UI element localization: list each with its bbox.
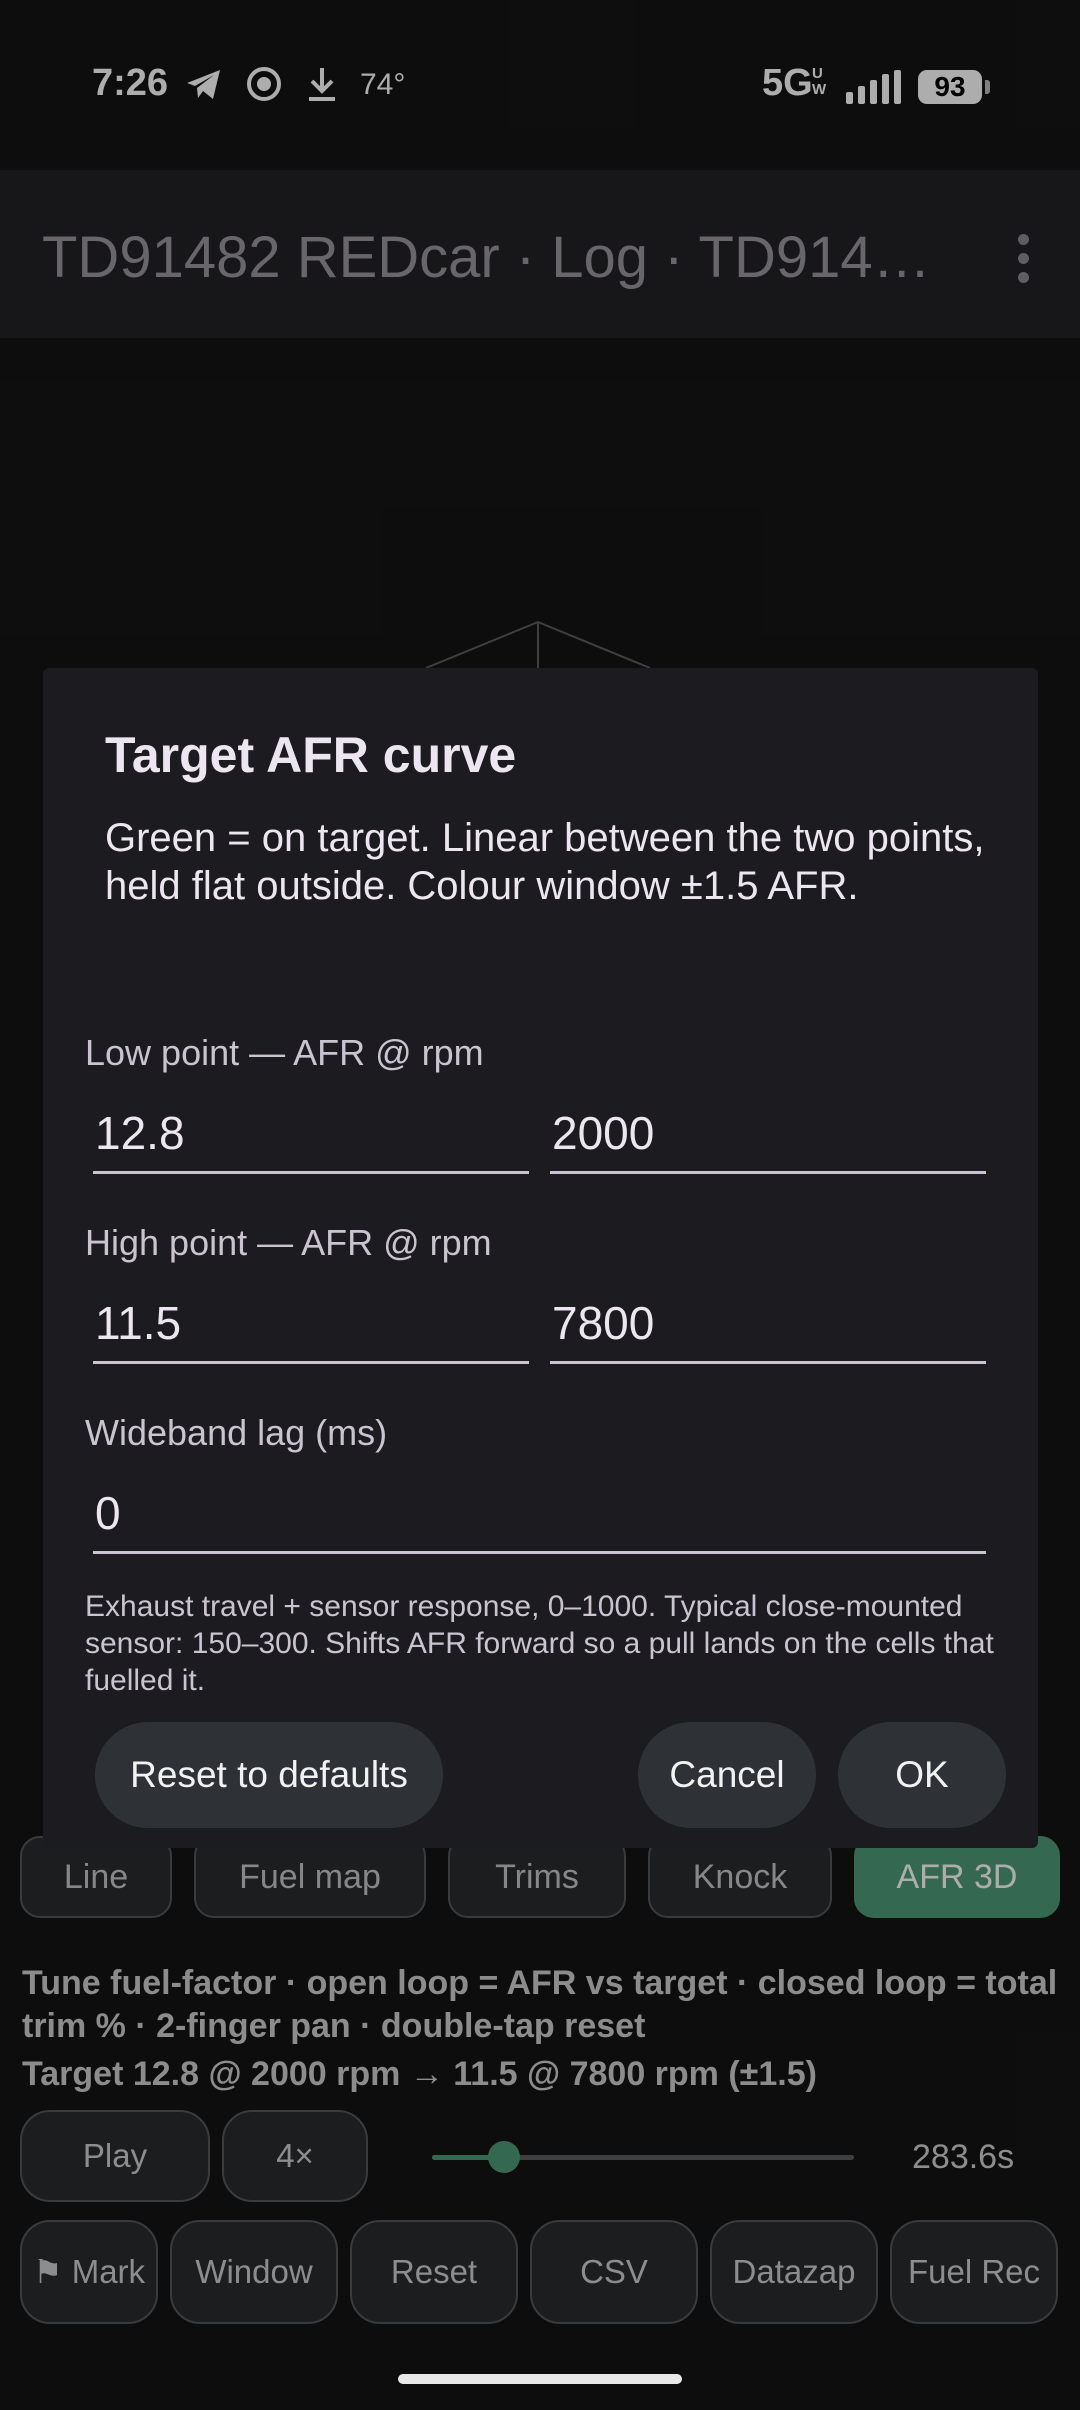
low-rpm-input[interactable] bbox=[550, 1096, 986, 1170]
high-rpm-input[interactable] bbox=[550, 1286, 986, 1360]
ok-button[interactable]: OK bbox=[838, 1722, 1006, 1828]
low-rpm-field bbox=[550, 1096, 986, 1174]
dialog-description: Green = on target. Linear between the tw… bbox=[105, 816, 985, 908]
high-afr-input[interactable] bbox=[93, 1286, 529, 1360]
home-indicator[interactable] bbox=[398, 2374, 682, 2384]
high-point-label: High point — AFR @ rpm bbox=[85, 1222, 492, 1263]
high-afr-field bbox=[93, 1286, 529, 1364]
dialog-title: Target AFR curve bbox=[105, 727, 517, 783]
wideband-lag-label: Wideband lag (ms) bbox=[85, 1412, 388, 1453]
target-afr-dialog: Target AFR curve Green = on target. Line… bbox=[43, 668, 1038, 1848]
wideband-lag-input[interactable] bbox=[93, 1476, 986, 1550]
low-afr-field bbox=[93, 1096, 529, 1174]
reset-defaults-button[interactable]: Reset to defaults bbox=[95, 1722, 443, 1828]
low-afr-input[interactable] bbox=[93, 1096, 529, 1170]
cancel-button[interactable]: Cancel bbox=[638, 1722, 816, 1828]
high-rpm-field bbox=[550, 1286, 986, 1364]
wideband-lag-field bbox=[93, 1476, 986, 1554]
low-point-label: Low point — AFR @ rpm bbox=[85, 1032, 484, 1073]
wideband-lag-helper: Exhaust travel + sensor response, 0–1000… bbox=[85, 1590, 994, 1697]
